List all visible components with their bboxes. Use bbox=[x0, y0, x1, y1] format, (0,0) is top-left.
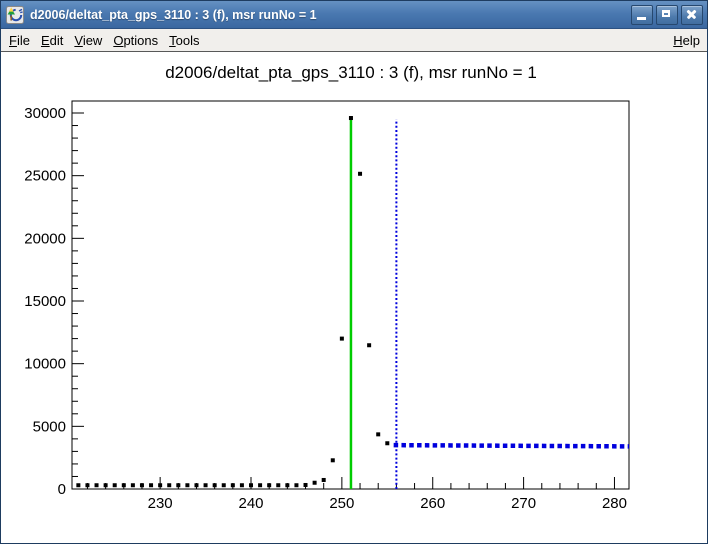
data-point bbox=[304, 483, 308, 487]
menu-help[interactable]: Help bbox=[673, 33, 700, 48]
data-point bbox=[385, 441, 389, 445]
root-app-icon bbox=[6, 6, 24, 24]
menu-options[interactable]: Options bbox=[113, 33, 158, 48]
data-point bbox=[222, 483, 226, 487]
data-point bbox=[167, 483, 171, 487]
data-point bbox=[313, 481, 317, 485]
plot-title: d2006/deltat_pta_gps_3110 : 3 (f), msr r… bbox=[165, 63, 537, 82]
plot: d2006/deltat_pta_gps_3110 : 3 (f), msr r… bbox=[1, 52, 701, 541]
window-title: d2006/deltat_pta_gps_3110 : 3 (f), msr r… bbox=[30, 8, 631, 22]
window-titlebar[interactable]: d2006/deltat_pta_gps_3110 : 3 (f), msr r… bbox=[1, 1, 707, 29]
data-point bbox=[267, 483, 271, 487]
data-point bbox=[331, 458, 335, 462]
y-axis-tick-label: 25000 bbox=[24, 168, 66, 185]
close-button[interactable] bbox=[681, 5, 703, 25]
x-axis-tick-label: 280 bbox=[602, 495, 627, 512]
data-point bbox=[140, 483, 144, 487]
x-axis-tick-label: 250 bbox=[329, 495, 354, 512]
close-icon bbox=[682, 6, 702, 24]
data-point bbox=[131, 483, 135, 487]
maximize-button[interactable] bbox=[656, 5, 678, 25]
data-point bbox=[76, 483, 80, 487]
data-point bbox=[104, 483, 108, 487]
root-canvas-window: d2006/deltat_pta_gps_3110 : 3 (f), msr r… bbox=[0, 0, 708, 544]
data-point bbox=[185, 483, 189, 487]
menu-view[interactable]: View bbox=[74, 33, 102, 48]
menubar: File Edit View Options Tools Help bbox=[1, 29, 707, 52]
y-axis-tick-label: 5000 bbox=[33, 418, 66, 435]
data-point bbox=[113, 483, 117, 487]
data-point bbox=[231, 483, 235, 487]
data-point bbox=[376, 432, 380, 436]
data-point bbox=[294, 483, 298, 487]
data-point bbox=[194, 483, 198, 487]
x-axis-tick-label: 260 bbox=[420, 495, 445, 512]
data-point bbox=[158, 483, 162, 487]
data-point bbox=[204, 483, 208, 487]
data-point bbox=[340, 337, 344, 341]
data-point bbox=[358, 172, 362, 176]
minimize-icon bbox=[637, 17, 646, 20]
data-point bbox=[213, 483, 217, 487]
canvas-area[interactable]: d2006/deltat_pta_gps_3110 : 3 (f), msr r… bbox=[1, 52, 707, 543]
y-axis-tick-label: 30000 bbox=[24, 105, 66, 122]
background-level-line bbox=[394, 445, 629, 446]
y-axis-tick-label: 10000 bbox=[24, 356, 66, 373]
y-axis-tick-label: 15000 bbox=[24, 293, 66, 310]
menu-tools[interactable]: Tools bbox=[169, 33, 199, 48]
data-point bbox=[258, 483, 262, 487]
y-axis-tick-label: 20000 bbox=[24, 230, 66, 247]
menu-file[interactable]: File bbox=[9, 33, 30, 48]
x-axis-tick-label: 240 bbox=[238, 495, 263, 512]
window-controls bbox=[631, 5, 703, 25]
data-point bbox=[249, 483, 253, 487]
data-point bbox=[85, 483, 89, 487]
data-point bbox=[349, 116, 353, 120]
data-point bbox=[240, 483, 244, 487]
maximize-icon bbox=[662, 10, 670, 17]
data-point bbox=[322, 478, 326, 482]
menu-edit[interactable]: Edit bbox=[41, 33, 63, 48]
data-point bbox=[149, 483, 153, 487]
data-point bbox=[95, 483, 99, 487]
data-point bbox=[367, 343, 371, 347]
data-point bbox=[276, 483, 280, 487]
y-axis-tick-label: 0 bbox=[58, 481, 66, 498]
minimize-button[interactable] bbox=[631, 5, 653, 25]
data-point bbox=[285, 483, 289, 487]
x-axis-tick-label: 230 bbox=[148, 495, 173, 512]
data-point bbox=[176, 483, 180, 487]
x-axis-tick-label: 270 bbox=[511, 495, 536, 512]
data-point bbox=[122, 483, 126, 487]
